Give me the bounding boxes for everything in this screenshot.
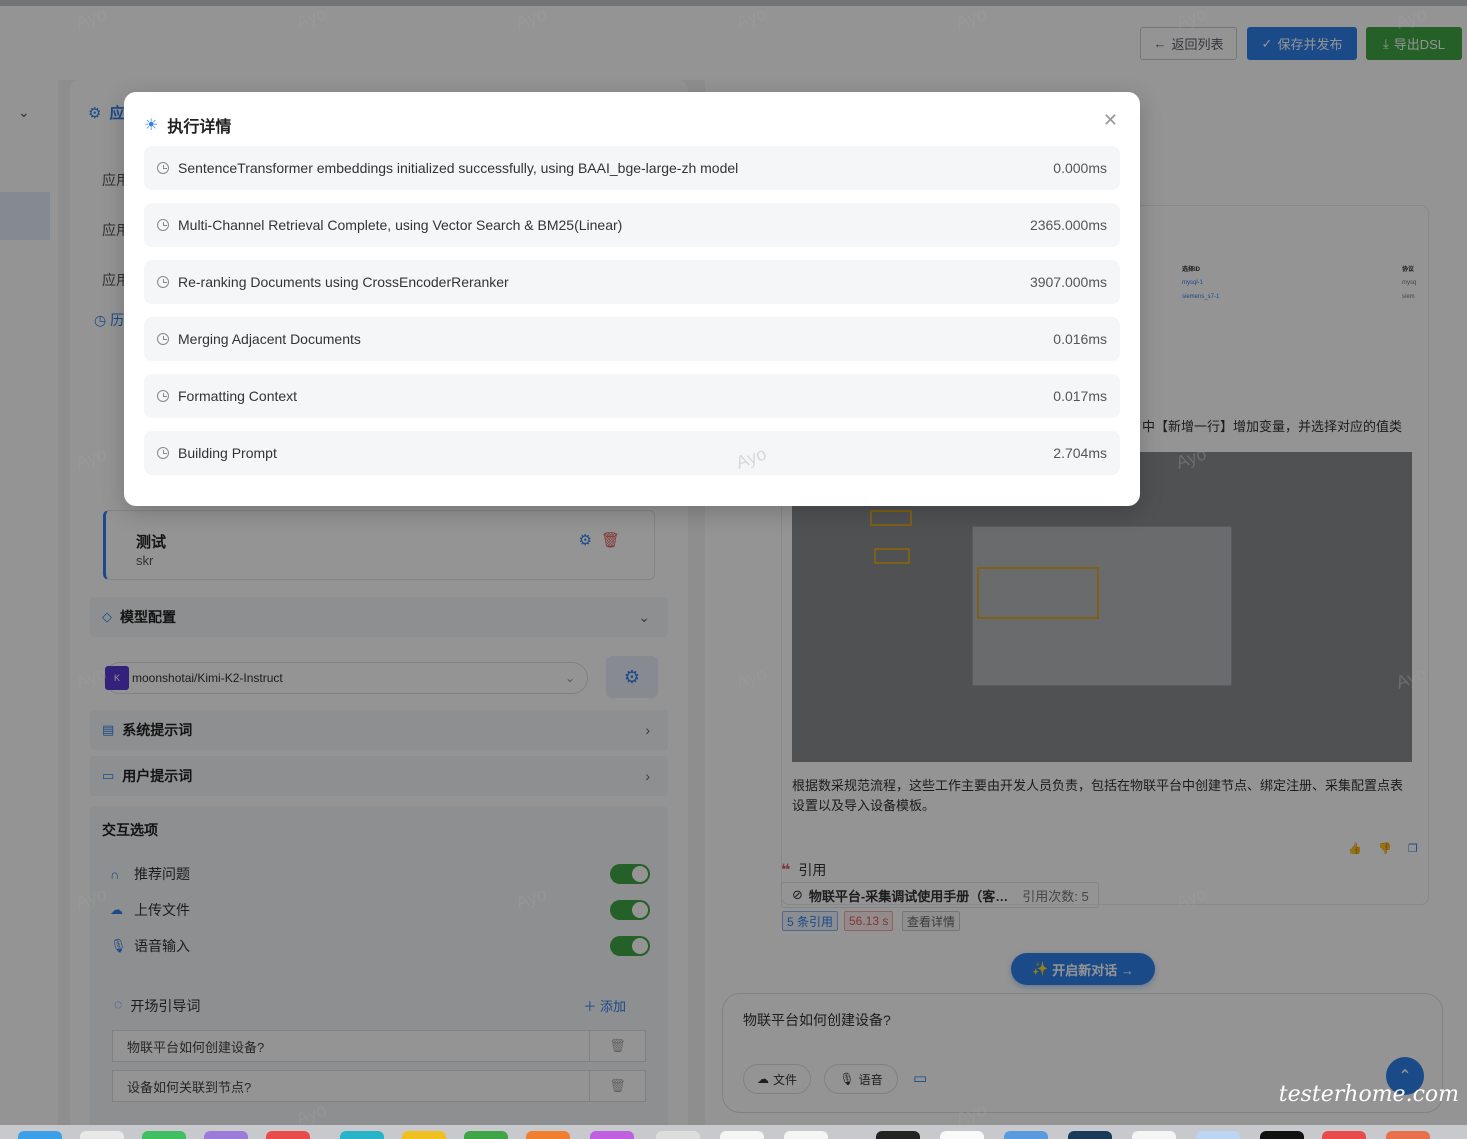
execution-step: Re-ranking Documents using CrossEncoderR… bbox=[144, 260, 1120, 304]
dock-app-icon[interactable] bbox=[526, 1131, 570, 1139]
execution-step: Formatting Context 0.017ms bbox=[144, 374, 1120, 418]
clock-icon bbox=[157, 276, 169, 288]
execution-step: SentenceTransformer embeddings initializ… bbox=[144, 146, 1120, 190]
step-label: Formatting Context bbox=[178, 388, 298, 404]
brand-watermark: testerhome.com bbox=[1278, 1082, 1459, 1107]
step-duration: 2.704ms bbox=[1053, 445, 1107, 461]
close-icon[interactable]: ✕ bbox=[1103, 110, 1118, 131]
dock-app-icon[interactable] bbox=[464, 1131, 508, 1139]
dock-app-icon[interactable] bbox=[340, 1131, 384, 1139]
dock-app-icon[interactable] bbox=[940, 1131, 984, 1139]
step-label: SentenceTransformer embeddings initializ… bbox=[178, 160, 739, 176]
dock-app-icon[interactable] bbox=[266, 1131, 310, 1139]
step-duration: 3907.000ms bbox=[1029, 274, 1107, 290]
clock-icon bbox=[157, 447, 169, 459]
step-duration: 0.016ms bbox=[1053, 331, 1107, 347]
clock-icon bbox=[157, 390, 169, 402]
step-label: Multi-Channel Retrieval Complete, using … bbox=[178, 217, 623, 233]
dock-app-icon[interactable] bbox=[656, 1131, 700, 1139]
dock-app-icon[interactable] bbox=[18, 1131, 62, 1139]
dock-app-icon[interactable] bbox=[876, 1131, 920, 1139]
step-duration: 0.017ms bbox=[1053, 388, 1107, 404]
modal-title-text: 执行详情 bbox=[167, 119, 232, 136]
dock-app-icon[interactable] bbox=[784, 1131, 828, 1139]
modal-title: ☀ 执行详情 bbox=[144, 113, 231, 137]
dock-app-icon[interactable] bbox=[1260, 1131, 1304, 1139]
dock-app-icon[interactable] bbox=[1322, 1131, 1366, 1139]
dock-app-icon[interactable] bbox=[402, 1131, 446, 1139]
clock-icon bbox=[157, 219, 169, 231]
dock-app-icon[interactable] bbox=[142, 1131, 186, 1139]
os-dock bbox=[0, 1125, 1467, 1139]
dock-app-icon[interactable] bbox=[80, 1131, 124, 1139]
step-label: Merging Adjacent Documents bbox=[178, 331, 361, 347]
dock-app-icon[interactable] bbox=[1068, 1131, 1112, 1139]
step-duration: 0.000ms bbox=[1053, 160, 1107, 176]
step-label: Building Prompt bbox=[178, 445, 277, 461]
dock-app-icon[interactable] bbox=[1004, 1131, 1048, 1139]
step-label: Re-ranking Documents using CrossEncoderR… bbox=[178, 274, 509, 290]
dock-app-icon[interactable] bbox=[1386, 1131, 1430, 1139]
execution-step: Multi-Channel Retrieval Complete, using … bbox=[144, 203, 1120, 247]
dock-app-icon[interactable] bbox=[720, 1131, 764, 1139]
dock-app-icon[interactable] bbox=[590, 1131, 634, 1139]
execution-details-modal: ☀ 执行详情 ✕ SentenceTransformer embeddings … bbox=[124, 92, 1140, 506]
dock-app-icon[interactable] bbox=[204, 1131, 248, 1139]
clock-icon bbox=[157, 162, 169, 174]
step-duration: 2365.000ms bbox=[1029, 217, 1107, 233]
lightbulb-icon: ☀ bbox=[144, 117, 159, 134]
dock-app-icon[interactable] bbox=[1132, 1131, 1176, 1139]
clock-icon bbox=[157, 333, 169, 345]
dock-app-icon[interactable] bbox=[1196, 1131, 1240, 1139]
execution-step: Building Prompt 2.704ms bbox=[144, 431, 1120, 475]
execution-step: Merging Adjacent Documents 0.016ms bbox=[144, 317, 1120, 361]
